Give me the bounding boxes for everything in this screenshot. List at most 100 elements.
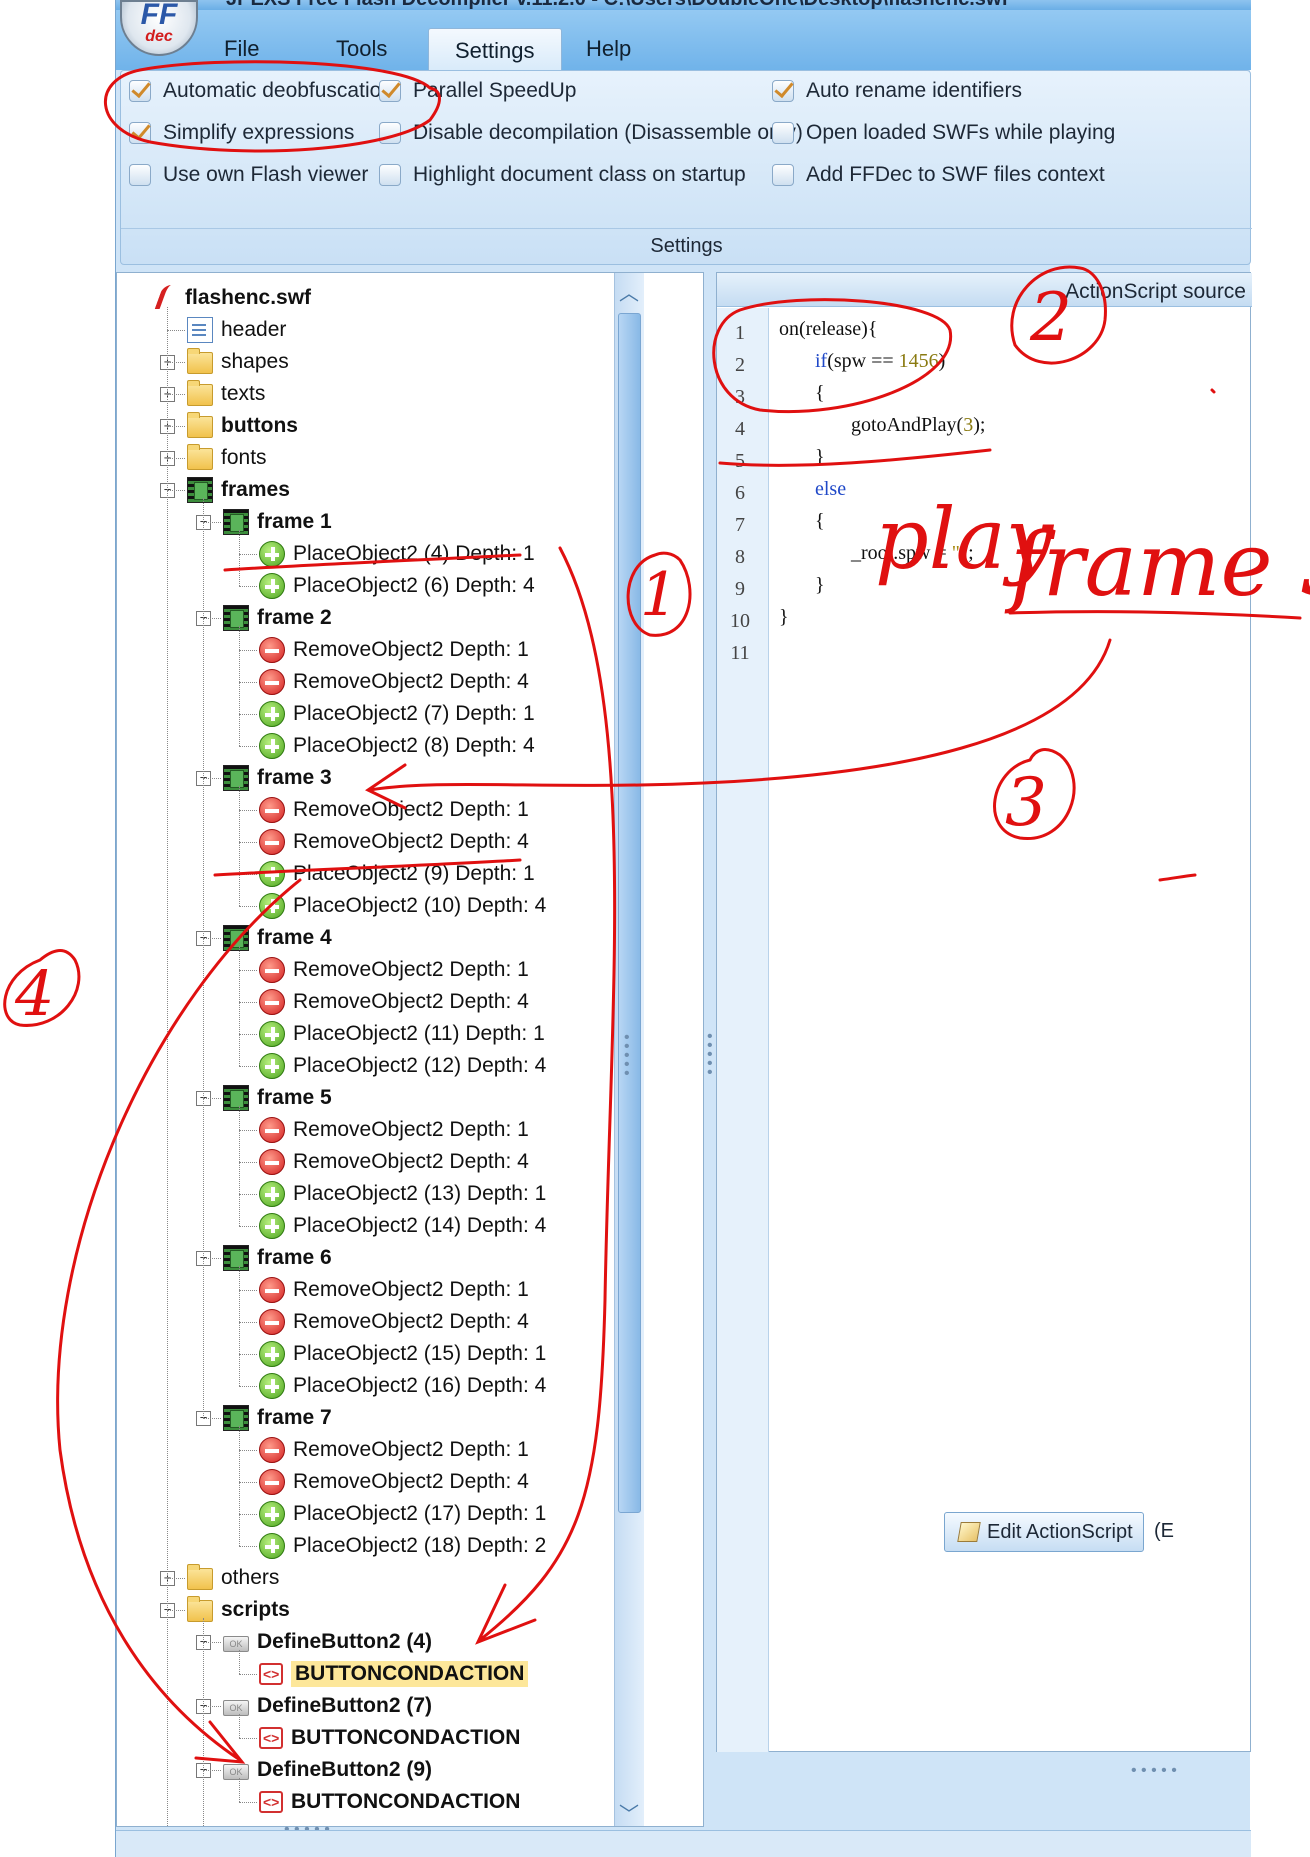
tree-node-label: frame 1 xyxy=(257,510,332,533)
tree-node-placeobject[interactable]: PlaceObject2 (18) Depth: 2 xyxy=(259,1530,546,1562)
tree-node-placeobject[interactable]: PlaceObject2 (11) Depth: 1 xyxy=(259,1018,545,1050)
logo-dec: dec xyxy=(145,28,173,45)
edit-actionscript-button[interactable]: Edit ActionScript xyxy=(944,1512,1144,1552)
tree-node-others[interactable]: others xyxy=(187,1562,279,1594)
code-token: } xyxy=(815,446,825,468)
folder-icon xyxy=(187,1596,213,1622)
simplify-expressions-option[interactable]: Simplify expressions xyxy=(129,121,354,145)
tree-node-placeobject[interactable]: PlaceObject2 (10) Depth: 4 xyxy=(259,890,546,922)
tree-node-definebutton[interactable]: OK DefineButton2 (4) xyxy=(223,1626,432,1658)
auto-rename-checkbox[interactable] xyxy=(772,80,794,102)
annotation-circle-4 xyxy=(3,949,81,1027)
code-token: ; xyxy=(968,542,974,564)
tree-node-placeobject[interactable]: PlaceObject2 (15) Depth: 1 xyxy=(259,1338,546,1370)
tree-node-definebutton[interactable]: OK DefineButton2 (7) xyxy=(223,1690,432,1722)
tree-scrollbar[interactable]: ︿ • • • • • ﹀ xyxy=(614,273,644,1826)
add-ffdec-context-checkbox[interactable] xyxy=(772,164,794,186)
open-loaded-swfs-option[interactable]: Open loaded SWFs while playing xyxy=(772,121,1115,145)
tree-node-removeobject[interactable]: RemoveObject2 Depth: 4 xyxy=(259,1146,529,1178)
tree-node-removeobject[interactable]: RemoveObject2 Depth: 1 xyxy=(259,634,529,666)
tree-node-placeobject[interactable]: PlaceObject2 (7) Depth: 1 xyxy=(259,698,535,730)
simplify-expressions-checkbox[interactable] xyxy=(129,122,151,144)
extra-button-label[interactable]: (E xyxy=(1154,1520,1174,1543)
tree-root-flashenc[interactable]: flashenc.swf xyxy=(151,282,311,314)
tree-node-header[interactable]: header xyxy=(187,314,286,346)
tree-connector xyxy=(203,938,221,939)
tree-node-label: frames xyxy=(221,478,290,501)
tree-node-placeobject[interactable]: PlaceObject2 (12) Depth: 4 xyxy=(259,1050,546,1082)
add-icon xyxy=(259,1533,285,1559)
film-icon xyxy=(223,605,249,631)
tree-node-placeobject[interactable]: PlaceObject2 (8) Depth: 4 xyxy=(259,730,535,762)
disable-decompilation-checkbox[interactable] xyxy=(379,122,401,144)
auto-rename-label: Auto rename identifiers xyxy=(806,79,1022,102)
tree-node-buttoncondaction[interactable]: BUTTONCONDACTION xyxy=(259,1786,520,1818)
open-loaded-swfs-checkbox[interactable] xyxy=(772,122,794,144)
tree-node-label: RemoveObject2 Depth: 1 xyxy=(293,1118,529,1141)
tree-connector xyxy=(239,1650,240,1674)
tree-node-removeobject[interactable]: RemoveObject2 Depth: 1 xyxy=(259,954,529,986)
menu-file[interactable]: File xyxy=(224,36,259,62)
use-own-flash-viewer-option[interactable]: Use own Flash viewer xyxy=(129,163,368,187)
scroll-up-icon[interactable]: ︿ xyxy=(619,277,639,306)
parallel-speedup-checkbox[interactable] xyxy=(379,80,401,102)
tree-node-removeobject[interactable]: RemoveObject2 Depth: 4 xyxy=(259,1306,529,1338)
tree-node-placeobject[interactable]: PlaceObject2 (4) Depth: 1 xyxy=(259,538,535,570)
tree-node-placeobject[interactable]: PlaceObject2 (17) Depth: 1 xyxy=(259,1498,546,1530)
tree-node-label: PlaceObject2 (11) Depth: 1 xyxy=(293,1022,545,1045)
tree-node-removeobject[interactable]: RemoveObject2 Depth: 1 xyxy=(259,1114,529,1146)
tree-connector xyxy=(203,778,221,779)
tree-scroll-thumb[interactable] xyxy=(618,313,641,1513)
panel-splitter[interactable]: • • • • • xyxy=(706,272,716,1827)
parallel-speedup-option[interactable]: Parallel SpeedUp xyxy=(379,79,576,103)
folder-icon xyxy=(187,444,213,470)
tree-node-label: PlaceObject2 (18) Depth: 2 xyxy=(293,1534,547,1557)
tree-node-removeobject[interactable]: RemoveObject2 Depth: 4 xyxy=(259,826,529,858)
ffdec-window: JPEXS Free Flash Decompiler v.11.2.0 - C… xyxy=(115,0,1252,1857)
action-icon xyxy=(259,1727,283,1749)
menu-help[interactable]: Help xyxy=(586,36,631,62)
tree-connector xyxy=(167,426,185,427)
tree-node-removeobject[interactable]: RemoveObject2 Depth: 1 xyxy=(259,1434,529,1466)
tree-node-label: scripts xyxy=(221,1598,290,1621)
tree-node-definebutton[interactable]: OK DefineButton2 (9) xyxy=(223,1754,432,1786)
tree-node-removeobject[interactable]: RemoveObject2 Depth: 1 xyxy=(259,794,529,826)
highlight-document-class-checkbox[interactable] xyxy=(379,164,401,186)
tree-connector xyxy=(203,1098,221,1099)
automatic-deobfuscation-checkbox[interactable] xyxy=(129,80,151,102)
tree-node-placeobject[interactable]: PlaceObject2 (9) Depth: 1 xyxy=(259,858,535,890)
highlight-document-class-option[interactable]: Highlight document class on startup xyxy=(379,163,746,187)
tree-node-removeobject[interactable]: RemoveObject2 Depth: 4 xyxy=(259,1466,529,1498)
use-own-flash-viewer-checkbox[interactable] xyxy=(129,164,151,186)
tree-node-placeobject[interactable]: PlaceObject2 (16) Depth: 4 xyxy=(259,1370,546,1402)
disable-decompilation-option[interactable]: Disable decompilation (Disassemble only) xyxy=(379,121,803,145)
automatic-deobfuscation-option[interactable]: Automatic deobfuscation xyxy=(129,79,393,103)
tree-node-placeobject[interactable]: PlaceObject2 (13) Depth: 1 xyxy=(259,1178,546,1210)
tree-node-label: BUTTONCONDACTION xyxy=(291,1790,521,1813)
tree-node-label: BUTTONCONDACTION xyxy=(291,1661,529,1687)
tree-node-texts[interactable]: texts xyxy=(187,378,265,410)
menu-settings[interactable]: Settings xyxy=(428,28,562,70)
tree-node-fonts[interactable]: fonts xyxy=(187,442,267,474)
tree-node-removeobject[interactable]: RemoveObject2 Depth: 4 xyxy=(259,986,529,1018)
code-token: 3 xyxy=(963,414,974,436)
code-grip-icon: • • • • • xyxy=(1131,1762,1177,1779)
tree-connector xyxy=(239,1674,257,1675)
auto-rename-option[interactable]: Auto rename identifiers xyxy=(772,79,1022,103)
add-ffdec-context-option[interactable]: Add FFDec to SWF files context xyxy=(772,163,1105,187)
tree-node-placeobject[interactable]: PlaceObject2 (14) Depth: 4 xyxy=(259,1210,546,1242)
scroll-down-icon[interactable]: ﹀ xyxy=(619,1798,639,1826)
tree-node-removeobject[interactable]: RemoveObject2 Depth: 4 xyxy=(259,666,529,698)
tag-tree-panel[interactable]: ︿ • • • • • ﹀ flashenc.swf header shapes + texts… xyxy=(116,272,704,1827)
tree-node-buttons[interactable]: buttons xyxy=(187,410,298,442)
tree-node-buttoncondaction[interactable]: BUTTONCONDACTION xyxy=(259,1722,520,1754)
menu-tools[interactable]: Tools xyxy=(336,36,387,62)
tree-connector xyxy=(167,362,185,363)
tree-node-shapes[interactable]: shapes xyxy=(187,346,289,378)
tree-node-placeobject[interactable]: PlaceObject2 (6) Depth: 4 xyxy=(259,570,535,602)
tree-node-buttoncondaction[interactable]: BUTTONCONDACTION xyxy=(259,1658,529,1690)
tree-connector xyxy=(239,786,240,906)
simplify-expressions-label: Simplify expressions xyxy=(163,121,355,144)
tree-connector xyxy=(239,1130,257,1131)
tree-node-removeobject[interactable]: RemoveObject2 Depth: 1 xyxy=(259,1274,529,1306)
